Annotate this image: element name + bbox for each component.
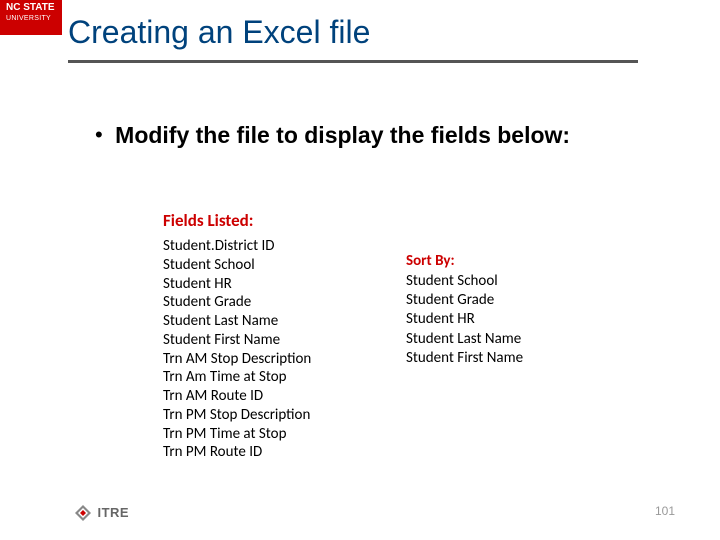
brand-badge: NC STATE UNIVERSITY — [0, 0, 62, 35]
page-title: Creating an Excel file — [68, 14, 370, 51]
list-item: Trn PM Time at Stop — [163, 425, 311, 444]
sort-heading: Sort By: — [406, 252, 455, 270]
brand-line1: NC STATE — [6, 3, 55, 13]
list-item: Student First Name — [406, 349, 523, 368]
list-item: Student HR — [406, 310, 523, 329]
footer-logo-text: ITRE — [97, 505, 129, 520]
list-item: Trn PM Route ID — [163, 443, 311, 462]
bullet-text: Modify the file to display the fields be… — [115, 122, 570, 149]
sort-list: Student School Student Grade Student HR … — [406, 272, 523, 368]
list-item: Student School — [406, 272, 523, 291]
title-divider — [68, 60, 638, 63]
slide: NC STATE UNIVERSITY Creating an Excel fi… — [0, 0, 720, 540]
bullet-1: • Modify the file to display the fields … — [95, 122, 570, 149]
list-item: Student Last Name — [163, 312, 311, 331]
footer-logo: ITRE — [75, 504, 129, 522]
list-item: Student School — [163, 256, 311, 275]
list-item: Trn AM Route ID — [163, 387, 311, 406]
fields-heading: Fields Listed: — [163, 210, 253, 231]
list-item: Student.District ID — [163, 237, 311, 256]
list-item: Trn AM Stop Description — [163, 350, 311, 369]
list-item: Student First Name — [163, 331, 311, 350]
page-number: 101 — [655, 504, 675, 518]
itre-icon — [75, 505, 91, 521]
bullet-marker: • — [95, 122, 103, 148]
brand-line2: UNIVERSITY — [6, 15, 51, 22]
list-item: Student Grade — [406, 291, 523, 310]
list-item: Trn Am Time at Stop — [163, 368, 311, 387]
fields-list: Student.District ID Student School Stude… — [163, 237, 311, 462]
list-item: Student Grade — [163, 293, 311, 312]
list-item: Student Last Name — [406, 330, 523, 349]
list-item: Student HR — [163, 275, 311, 294]
list-item: Trn PM Stop Description — [163, 406, 311, 425]
